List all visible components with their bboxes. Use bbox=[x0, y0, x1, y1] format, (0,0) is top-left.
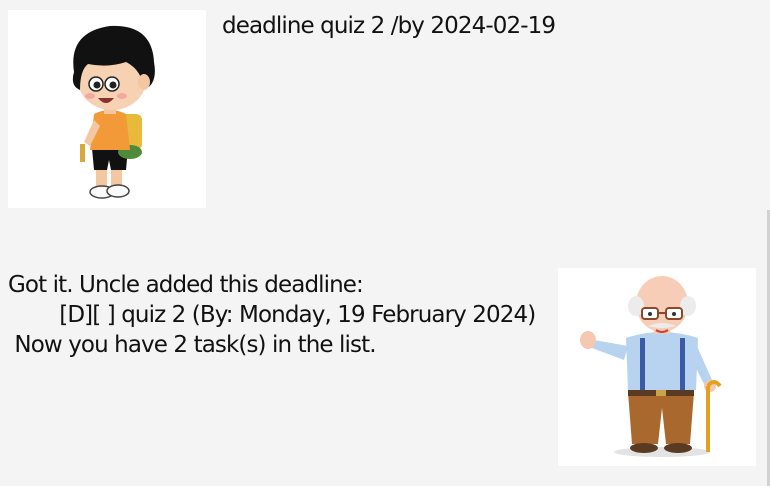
bot-message-line: Now you have 2 task(s) in the list. bbox=[8, 332, 376, 358]
bot-message-line: Got it. Uncle added this deadline: bbox=[8, 272, 364, 298]
old-man-avatar-illustration bbox=[580, 276, 722, 457]
user-avatar bbox=[8, 10, 206, 208]
boy-avatar-illustration bbox=[72, 25, 155, 199]
user-message: deadline quiz 2 /by 2024-02-19 bbox=[222, 13, 556, 39]
bot-avatar bbox=[558, 268, 756, 466]
chat-window: deadline quiz 2 /by 2024-02-19 Got it. U… bbox=[0, 0, 770, 486]
bot-message: Got it. Uncle added this deadline: [D][ … bbox=[8, 270, 536, 360]
bot-message-line: [D][ ] quiz 2 (By: Monday, 19 February 2… bbox=[8, 302, 536, 328]
